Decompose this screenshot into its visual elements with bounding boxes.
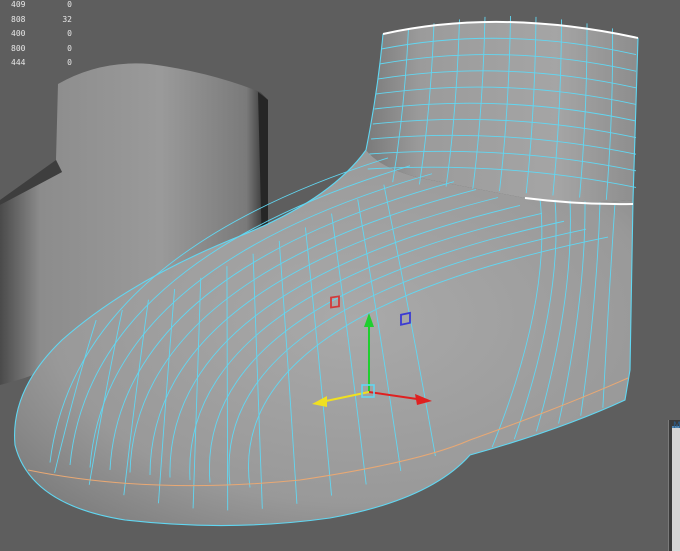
hud-value-right: 0 [67, 0, 72, 9]
hud-row: 409 0 [0, 0, 80, 15]
hud-row: 444 0 [0, 58, 80, 73]
side-panel-tab[interactable]: M [668, 420, 680, 551]
3d-viewport[interactable]: 409 0 808 32 400 0 800 0 444 0 M [0, 0, 680, 551]
hud-value-left: 800 [11, 43, 26, 53]
hud-value-right: 0 [67, 58, 72, 67]
poly-count-hud: 409 0 808 32 400 0 800 0 444 0 [0, 0, 80, 73]
hud-value-left: 400 [11, 29, 26, 38]
hud-value-left: 808 [11, 14, 26, 24]
scene[interactable] [0, 0, 680, 551]
hud-row: 808 32 [0, 15, 80, 30]
panel-body [672, 426, 680, 551]
hud-value-left: 409 [11, 0, 26, 9]
hud-value-right: 32 [62, 14, 72, 24]
panel-tab-icon: M [673, 421, 680, 431]
hud-value-left: 444 [11, 58, 26, 67]
hud-row: 400 0 [0, 29, 80, 44]
hud-value-right: 0 [67, 29, 72, 38]
hud-row: 800 0 [0, 44, 80, 59]
hud-value-right: 0 [67, 43, 72, 53]
